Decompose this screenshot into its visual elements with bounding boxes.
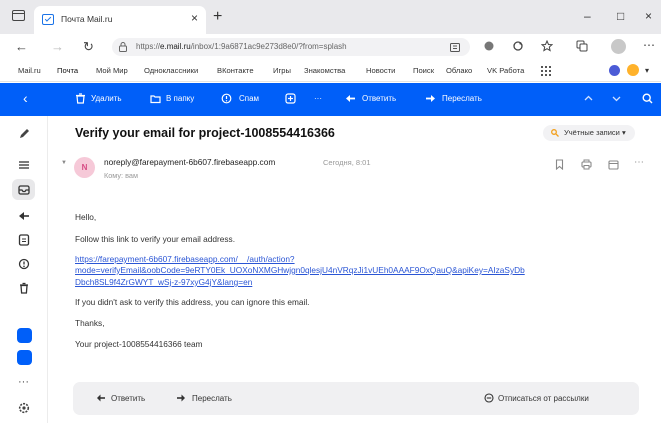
more-apps-icon[interactable]: ···	[18, 376, 29, 388]
mail-more-icon[interactable]: ⋯	[634, 157, 644, 168]
chevron-down-icon[interactable]: ▾	[645, 66, 649, 75]
browser-menu-icon[interactable]: ⋯	[643, 38, 655, 52]
close-window-button[interactable]: ×	[645, 9, 652, 23]
window-icon[interactable]	[12, 10, 25, 21]
portal-link-cloud[interactable]: Облако	[446, 66, 472, 75]
chevron-up-icon[interactable]	[583, 93, 594, 104]
trash-icon	[76, 93, 85, 104]
edit-icon[interactable]	[17, 127, 31, 141]
sidebar: ···	[0, 116, 48, 423]
print-icon[interactable]	[581, 159, 592, 170]
mail-subject: Verify your email for project-1008554416…	[75, 126, 335, 140]
search-icon[interactable]	[642, 93, 653, 104]
menu-icon[interactable]	[17, 158, 31, 172]
body-signature: Your project-1008554416366 team	[75, 339, 203, 349]
portal-link-games[interactable]: Игры	[273, 66, 291, 75]
delete-button[interactable]: Удалить	[91, 94, 122, 103]
address-bar-row: ← → ↻ https://e.mail.ru/inbox/1:9a6871ac…	[0, 34, 661, 60]
portal-link-ok[interactable]: Одноклассники	[144, 66, 198, 75]
apps-grid-icon[interactable]	[541, 66, 551, 76]
reply-button[interactable]: Ответить	[362, 94, 396, 103]
spam-folder-icon[interactable]	[17, 257, 31, 271]
drafts-icon[interactable]	[17, 233, 31, 247]
contacts-icon[interactable]	[17, 350, 32, 365]
verify-link-line2[interactable]: mode=verifyEmail&oobCode=9eRTY0Ek_UOXoNX…	[75, 265, 525, 275]
calendar-icon[interactable]	[608, 159, 619, 170]
portal-link-mail[interactable]: Почта	[57, 66, 78, 75]
extension-puzzle-icon[interactable]	[483, 40, 495, 52]
reader-icon[interactable]	[450, 43, 460, 52]
browser-tab-bar: Почта Mail.ru × + – □ ×	[0, 0, 661, 34]
reply-icon	[346, 95, 355, 102]
sync-icon[interactable]	[512, 40, 524, 52]
key-icon	[551, 129, 559, 137]
unsubscribe-button[interactable]: Отписаться от рассылки	[498, 394, 589, 403]
body-greeting: Hello,	[75, 212, 97, 222]
cloud-icon[interactable]	[17, 328, 32, 343]
url-text: https://e.mail.ru/inbox/1:9a6871ac9e273d…	[136, 42, 347, 51]
vk-combo-icon[interactable]	[609, 65, 620, 76]
tab-close-icon[interactable]: ×	[191, 11, 198, 25]
star-icon[interactable]	[541, 40, 553, 52]
to-folder-button[interactable]: В папку	[166, 94, 194, 103]
folder-chip[interactable]: Учётные записи ▾	[543, 125, 635, 141]
chevron-down-icon[interactable]	[611, 93, 622, 104]
portal-link-search[interactable]: Поиск	[413, 66, 434, 75]
weather-icon[interactable]	[627, 64, 639, 76]
tab-title: Почта Mail.ru	[61, 14, 113, 24]
back-icon[interactable]: ‹	[23, 90, 28, 106]
spam-button[interactable]: Спам	[239, 94, 259, 103]
unsubscribe-icon	[484, 393, 494, 403]
profile-avatar[interactable]	[611, 39, 626, 54]
mail-date: Сегодня, 8:01	[323, 158, 371, 167]
portal-link-vkwork[interactable]: VK Работа	[487, 66, 524, 75]
settings-icon[interactable]	[17, 401, 31, 415]
sender-avatar[interactable]: N	[74, 157, 95, 178]
new-tab-button[interactable]: +	[213, 9, 222, 25]
reply-panel: Ответить Переслать Отписаться от рассылк…	[73, 382, 639, 415]
refresh-icon[interactable]: ↻	[83, 40, 94, 53]
url-field[interactable]: https://e.mail.ru/inbox/1:9a6871ac9e273d…	[112, 38, 470, 56]
spam-icon	[221, 93, 232, 104]
folder-move-icon	[150, 95, 161, 104]
portal-bar: Mail.ru Почта Мой Мир Одноклассники ВКон…	[0, 60, 661, 82]
more-actions-button[interactable]: ···	[314, 94, 322, 103]
inbox-icon[interactable]	[17, 183, 31, 197]
back-arrow-icon[interactable]: ←	[15, 40, 28, 53]
portal-link-mailru[interactable]: Mail.ru	[18, 66, 41, 75]
collections-icon[interactable]	[576, 40, 588, 52]
lock-icon	[119, 42, 127, 52]
portal-link-moimir[interactable]: Мой Мир	[96, 66, 128, 75]
mail-toolbar: ‹ Удалить В папку Спам ··· Ответить Пере…	[0, 83, 661, 116]
portal-link-news[interactable]: Новости	[366, 66, 395, 75]
body-intro: Follow this link to verify your email ad…	[75, 234, 236, 244]
reply-panel-forward-button[interactable]: Переслать	[192, 394, 232, 403]
reply-panel-reply-button[interactable]: Ответить	[111, 394, 145, 403]
verify-link-line3[interactable]: Dbch8SL9f4ZrGWYT_wSj-z-97xyG4jY&lang=en	[75, 277, 252, 287]
forward-button[interactable]: Переслать	[442, 94, 482, 103]
chevron-down-icon: ▾	[621, 128, 626, 137]
bookmark-icon[interactable]	[554, 159, 565, 170]
minimize-button[interactable]: –	[584, 9, 591, 23]
expand-sender-icon[interactable]: ▼	[61, 160, 67, 166]
reply-icon	[97, 394, 105, 402]
portal-link-dating[interactable]: Знакомства	[304, 66, 345, 75]
trash-folder-icon[interactable]	[17, 281, 31, 295]
browser-tab[interactable]: Почта Mail.ru ×	[34, 6, 206, 34]
mail-recipient: Кому: вам	[104, 171, 138, 180]
forward-arrow-icon[interactable]: →	[51, 40, 64, 53]
verify-link-line1[interactable]: https://farepayment-6b607.firebaseapp.co…	[75, 254, 295, 264]
sender-email[interactable]: noreply@farepayment-6b607.firebaseapp.co…	[104, 157, 275, 167]
body-ignore: If you didn't ask to verify this address…	[75, 297, 310, 307]
forward-icon	[426, 95, 435, 102]
forward-icon	[177, 394, 185, 402]
sent-icon[interactable]	[17, 209, 31, 223]
folder-chip-label: Учётные записи	[564, 128, 620, 137]
portal-link-vk[interactable]: ВКонтакте	[217, 66, 254, 75]
archive-icon[interactable]	[285, 93, 296, 104]
maximize-button[interactable]: □	[617, 9, 624, 23]
mail-favicon	[42, 14, 54, 25]
body-thanks: Thanks,	[75, 318, 105, 328]
